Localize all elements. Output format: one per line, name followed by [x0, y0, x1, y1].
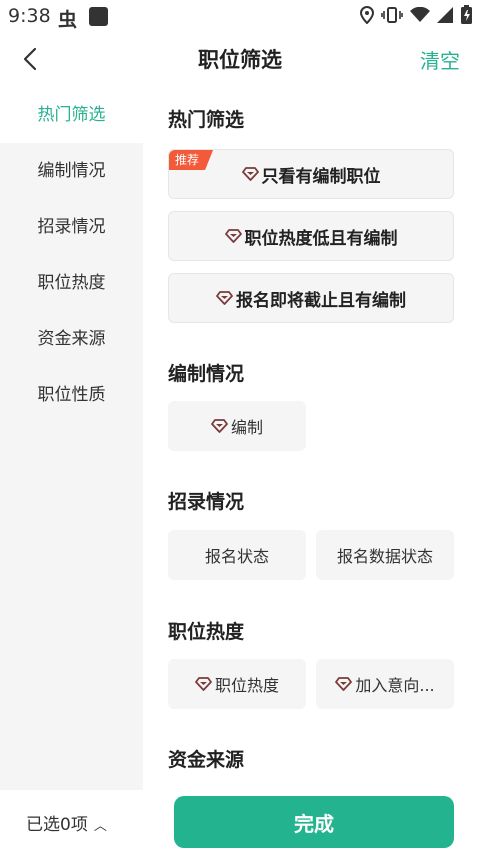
option-staffed[interactable]: 编制 — [168, 401, 306, 451]
section-title-recruitment: 招录情况 — [168, 491, 245, 513]
wifi-icon — [410, 6, 430, 22]
sidebar-item-hot-filter[interactable]: 热门筛选 — [0, 87, 143, 143]
option-signup-status[interactable]: 报名状态 — [168, 530, 306, 580]
option-signup-data-status[interactable]: 报名数据状态 — [316, 530, 454, 580]
bottom-bar: 已选0项 ︿ 完成 — [0, 790, 480, 853]
filter-options-panel: 热门筛选 推荐 只看有编制职位 职位热度低且有编制 报名即将截止且有编制 编制情… — [168, 87, 458, 790]
option-only-staffed[interactable]: 推荐 只看有编制职位 — [168, 149, 454, 199]
sidebar-item-funding-source[interactable]: 资金来源 — [0, 311, 143, 367]
debug-bug-icon: 虫 — [58, 9, 78, 31]
option-low-heat-staffed[interactable]: 职位热度低且有编制 — [168, 211, 454, 261]
signal-icon — [437, 6, 453, 23]
option-label: 加入意向... — [355, 676, 435, 695]
vibrate-icon — [381, 6, 403, 23]
filter-category-sidebar: 热门筛选 编制情况 招录情况 职位热度 资金来源 职位性质 — [0, 87, 143, 790]
option-label: 报名即将截止且有编制 — [236, 290, 406, 311]
section-title-funding: 资金来源 — [168, 749, 245, 771]
sidebar-item-position-heat[interactable]: 职位热度 — [0, 255, 143, 311]
done-button[interactable]: 完成 — [174, 796, 454, 848]
sidebar-item-recruitment[interactable]: 招录情况 — [0, 199, 143, 255]
page-title: 职位筛选 — [198, 48, 282, 72]
option-label: 只看有编制职位 — [261, 166, 381, 187]
option-join-intent[interactable]: 加入意向... — [316, 659, 454, 709]
vip-diamond-icon — [216, 291, 233, 305]
vip-diamond-icon — [335, 677, 353, 691]
vip-diamond-icon — [241, 167, 259, 181]
battery-icon — [461, 5, 472, 24]
vip-diamond-icon — [211, 419, 228, 433]
sidebar-item-staffing[interactable]: 编制情况 — [0, 143, 143, 199]
section-title-heat: 职位热度 — [168, 621, 245, 643]
recommend-badge: 推荐 — [169, 150, 214, 170]
status-bar: 9:38 虫 — [0, 0, 480, 34]
option-label: 编制 — [230, 418, 263, 437]
clear-button[interactable]: 清空 — [420, 45, 460, 74]
selected-count-label: 已选0项 — [26, 815, 88, 835]
status-icons — [360, 5, 472, 24]
section-title-staffing: 编制情况 — [168, 363, 245, 385]
location-icon — [360, 5, 374, 24]
option-label: 职位热度低且有编制 — [244, 228, 398, 249]
status-time: 9:38 — [8, 5, 51, 27]
option-position-heat[interactable]: 职位热度 — [168, 659, 306, 709]
selected-count-toggle[interactable]: 已选0项 ︿ — [26, 810, 107, 835]
chevron-up-icon: ︿ — [93, 819, 107, 834]
notification-square-icon — [89, 7, 108, 26]
section-title-hot: 热门筛选 — [168, 109, 245, 131]
header: 职位筛选 清空 — [0, 34, 480, 84]
vip-diamond-icon — [195, 677, 212, 691]
sidebar-item-position-nature[interactable]: 职位性质 — [0, 367, 143, 423]
vip-diamond-icon — [224, 229, 242, 243]
option-deadline-soon-staffed[interactable]: 报名即将截止且有编制 — [168, 273, 454, 323]
option-label: 职位热度 — [214, 676, 279, 695]
